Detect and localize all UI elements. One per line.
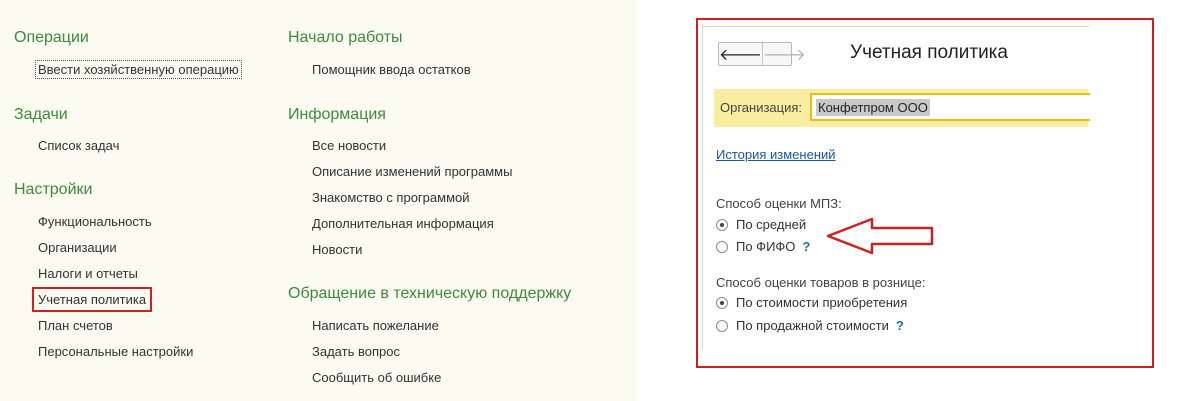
help-icon[interactable]: ? (896, 318, 904, 333)
organization-label: Организация: (720, 100, 803, 115)
forward-arrow-icon[interactable]: 🡒 (763, 43, 806, 65)
radio-label: По ФИФО (736, 239, 796, 254)
pointer-arrow-icon (826, 217, 934, 255)
section-title-support: Обращение в техническую поддержку (288, 285, 572, 302)
form-title: Учетная политика (850, 42, 1008, 63)
function-menu-panel: Операции Ввести хозяйственную операцию З… (0, 0, 637, 401)
menu-item-personal-settings[interactable]: Персональные настройки (38, 344, 193, 359)
menu-item-ask-question[interactable]: Задать вопрос (312, 344, 400, 359)
menu-item-taxes-reports[interactable]: Налоги и отчеты (38, 266, 138, 281)
radio-by-average[interactable]: По средней (716, 217, 806, 232)
organization-field[interactable]: Конфетпром ООО (810, 93, 1090, 121)
menu-item-accounting-policy[interactable]: Учетная политика (32, 287, 153, 312)
radio-selected-icon[interactable] (716, 218, 728, 231)
section-title-getting-started: Начало работы (288, 29, 403, 46)
section-title-tasks: Задачи (14, 106, 68, 123)
radio-label: По продажной стоимости (736, 318, 889, 333)
change-history-link[interactable]: История изменений (716, 147, 836, 162)
radio-label: По стоимости приобретения (736, 295, 908, 310)
menu-item-organizations[interactable]: Организации (38, 240, 117, 255)
menu-item-chart-of-accounts[interactable]: План счетов (38, 318, 113, 333)
radio-selected-icon[interactable] (716, 296, 728, 309)
menu-item-report-error[interactable]: Сообщить об ошибке (312, 370, 441, 385)
menu-item-program-changes[interactable]: Описание изменений программы (312, 164, 512, 179)
menu-item-all-news[interactable]: Все новости (312, 138, 386, 153)
organization-value: Конфетпром ООО (816, 98, 930, 116)
section-title-settings: Настройки (14, 181, 93, 198)
navigation-buttons: 🡐 🡒 (718, 42, 806, 66)
radio-by-sale-price[interactable]: По продажной стоимости ? (716, 318, 904, 333)
radio-by-purchase-cost[interactable]: По стоимости приобретения (716, 295, 907, 310)
help-icon[interactable]: ? (802, 239, 810, 254)
menu-item-program-intro[interactable]: Знакомство с программой (312, 190, 470, 205)
menu-item-enter-operation[interactable]: Ввести хозяйственную операцию (35, 60, 242, 79)
menu-item-additional-info[interactable]: Дополнительная информация (312, 216, 494, 231)
section-title-operations: Операции (14, 29, 89, 46)
menu-item-write-suggestion[interactable]: Написать пожелание (312, 318, 439, 333)
back-arrow-icon[interactable]: 🡐 (719, 43, 763, 65)
radio-unselected-icon[interactable] (716, 240, 728, 253)
menu-item-balance-wizard[interactable]: Помощник ввода остатков (312, 62, 471, 77)
radio-by-fifo[interactable]: По ФИФО ? (716, 239, 810, 254)
menu-item-functionality[interactable]: Функциональность (38, 214, 152, 229)
menu-item-news[interactable]: Новости (312, 242, 362, 257)
section-title-information: Информация (288, 106, 386, 123)
radio-unselected-icon[interactable] (716, 319, 728, 332)
radio-label: По средней (736, 217, 807, 232)
retail-method-label: Способ оценки товаров в рознице: (716, 275, 926, 290)
menu-item-task-list[interactable]: Список задач (38, 138, 119, 153)
mpz-method-label: Способ оценки МПЗ: (716, 196, 842, 211)
